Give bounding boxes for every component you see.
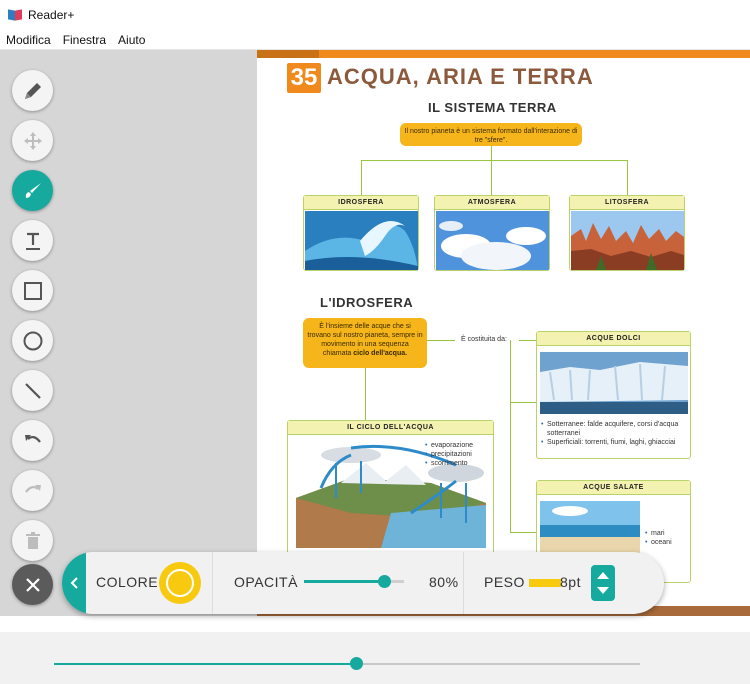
brush-icon bbox=[25, 182, 41, 198]
opacity-slider[interactable] bbox=[304, 575, 404, 588]
idrosfera-bubble: È l'insieme delle acque che si trovano s… bbox=[303, 318, 427, 368]
stepper-arrows-icon bbox=[597, 572, 609, 594]
list-item: evaporazione bbox=[425, 441, 473, 450]
line-tool[interactable] bbox=[12, 370, 53, 411]
circle-tool[interactable] bbox=[12, 320, 53, 361]
list-item: scorrimento bbox=[425, 459, 473, 468]
list-item: precipitazioni bbox=[425, 450, 473, 459]
acque-dolci-list: Sotterranee: falde acquifere, corsi d'ac… bbox=[541, 420, 689, 447]
color-label: COLORE bbox=[96, 574, 159, 590]
ciclo-list: evaporazione precipitazioni scorrimento bbox=[425, 441, 473, 468]
redo-tool[interactable] bbox=[12, 470, 53, 511]
acque-salate-list: mari oceani bbox=[645, 529, 672, 547]
card-litosfera[interactable]: LITOSFERA bbox=[569, 195, 685, 271]
close-icon bbox=[25, 577, 40, 592]
sea-image bbox=[540, 501, 640, 553]
opacity-value: 80% bbox=[429, 574, 459, 590]
close-tool[interactable] bbox=[12, 564, 53, 605]
app-logo-icon bbox=[8, 9, 22, 21]
undo-tool[interactable] bbox=[12, 420, 53, 461]
collapse-toolbar-button[interactable] bbox=[62, 552, 86, 614]
card-acque-dolci[interactable]: ACQUE DOLCI Sotterranee: falde acquifere… bbox=[536, 331, 691, 459]
move-icon bbox=[23, 131, 42, 150]
list-item: Sotterranee: falde acquifere, corsi d'ac… bbox=[541, 420, 689, 438]
card-litosfera-title: LITOSFERA bbox=[570, 196, 684, 210]
move-tool[interactable] bbox=[12, 120, 53, 161]
color-swatch-button[interactable] bbox=[159, 562, 201, 604]
wave-image bbox=[305, 211, 418, 270]
title-bar: Reader+ bbox=[0, 0, 750, 30]
list-item: oceani bbox=[645, 538, 672, 547]
section-title-sistema-terra: IL SISTEMA TERRA bbox=[428, 100, 557, 115]
card-atmosfera[interactable]: ATMOSFERA bbox=[434, 195, 550, 271]
pencil-icon bbox=[24, 82, 41, 99]
section-title-idrosfera: L'IDROSFERA bbox=[320, 295, 414, 310]
page-top-band bbox=[257, 50, 750, 58]
card-acque-salate-title: ACQUE SALATE bbox=[537, 481, 690, 495]
book-page: 35 ACQUA, ARIA E TERRA IL SISTEMA TERRA … bbox=[257, 50, 750, 616]
glacier-image bbox=[540, 352, 688, 414]
circle-icon bbox=[23, 331, 42, 350]
card-ciclo-title: IL CICLO DELL'ACQUA bbox=[288, 421, 493, 435]
list-item: mari bbox=[645, 529, 672, 538]
brush-tool[interactable] bbox=[12, 170, 53, 211]
tool-column bbox=[0, 50, 66, 616]
menu-bar: Modifica Finestra Aiuto bbox=[0, 30, 750, 50]
rectangle-icon bbox=[23, 281, 42, 300]
redo-icon bbox=[24, 484, 41, 493]
weight-preview bbox=[529, 579, 561, 587]
trash-icon bbox=[25, 531, 40, 549]
menu-aiuto[interactable]: Aiuto bbox=[112, 33, 151, 47]
opacity-label: OPACITÀ bbox=[234, 574, 298, 590]
menu-modifica[interactable]: Modifica bbox=[0, 33, 57, 47]
pencil-tool[interactable] bbox=[12, 70, 53, 111]
card-atmosfera-title: ATMOSFERA bbox=[435, 196, 549, 210]
text-icon bbox=[25, 232, 40, 250]
card-idrosfera[interactable]: IDROSFERA bbox=[303, 195, 419, 271]
page-slider-fill bbox=[54, 663, 357, 665]
page-title: ACQUA, ARIA E TERRA bbox=[327, 64, 594, 89]
weight-stepper[interactable] bbox=[591, 565, 615, 601]
rectangle-tool[interactable] bbox=[12, 270, 53, 311]
page-number: 35 bbox=[287, 63, 321, 93]
menu-finestra[interactable]: Finestra bbox=[57, 33, 112, 47]
opacity-slider-knob[interactable] bbox=[378, 575, 391, 588]
canyon-image bbox=[571, 211, 684, 270]
sistema-terra-bubble: Il nostro pianeta è un sistema formato d… bbox=[400, 123, 582, 146]
line-icon bbox=[24, 382, 41, 399]
page-scrubber-bar bbox=[0, 632, 750, 684]
card-idrosfera-title: IDROSFERA bbox=[304, 196, 418, 210]
app-title: Reader+ bbox=[28, 8, 75, 22]
page-slider-knob[interactable] bbox=[350, 657, 364, 670]
weight-label: PESO bbox=[484, 574, 525, 590]
text-tool[interactable] bbox=[12, 220, 53, 261]
chevron-left-icon bbox=[70, 577, 78, 589]
sky-image bbox=[436, 211, 549, 270]
card-ciclo-acqua[interactable]: IL CICLO DELL'ACQUA evaporazione precipi… bbox=[287, 420, 494, 555]
opacity-slider-fill bbox=[304, 580, 384, 583]
costituita-label: È costituita da: bbox=[461, 336, 507, 343]
workspace: 35 ACQUA, ARIA E TERRA IL SISTEMA TERRA … bbox=[0, 50, 750, 616]
page-slider[interactable] bbox=[54, 657, 640, 670]
list-item: Superficiali: torrenti, fiumi, laghi, gh… bbox=[541, 438, 689, 447]
weight-value: 8pt bbox=[560, 574, 581, 590]
card-acque-dolci-title: ACQUE DOLCI bbox=[537, 332, 690, 346]
properties-toolbar: COLORE OPACITÀ 80% PESO 8pt bbox=[62, 552, 664, 614]
undo-icon bbox=[24, 434, 41, 443]
delete-tool[interactable] bbox=[12, 520, 53, 561]
